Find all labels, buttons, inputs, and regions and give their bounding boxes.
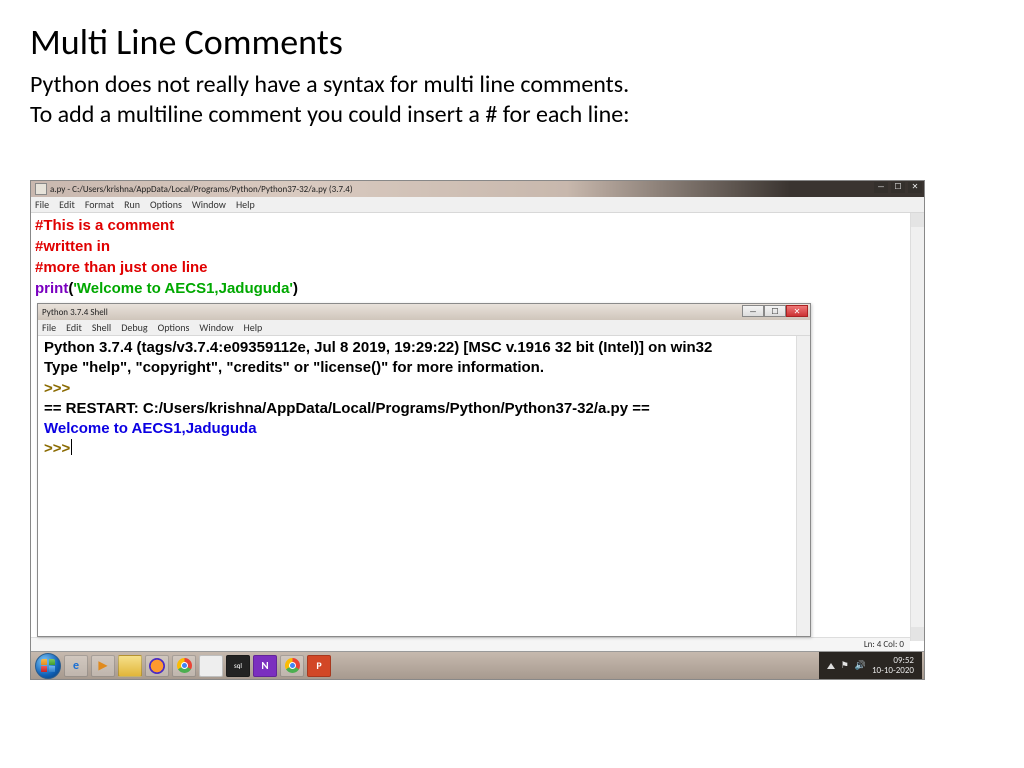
editor-title-text: a.py - C:/Users/krishna/AppData/Local/Pr…: [50, 184, 353, 195]
code-comment-line: #This is a comment: [35, 215, 906, 236]
editor-code-area[interactable]: #This is a comment #written in #more tha…: [31, 213, 910, 303]
taskbar-python-icon[interactable]: [199, 655, 223, 677]
shell-program-output: Welcome to AECS1,Jaduguda: [44, 419, 804, 439]
shell-prompt: >>>: [44, 379, 804, 399]
system-tray[interactable]: ⚑ 🔊 09:52 10-10-2020: [819, 652, 922, 679]
code-print-line: print('Welcome to AECS1,Jaduguda'): [35, 278, 906, 299]
chrome-glyph-icon: [177, 658, 192, 673]
taskbar-explorer-icon[interactable]: [118, 655, 142, 677]
slide-title: Multi Line Comments: [30, 20, 994, 64]
windows-taskbar: e ▶ sql N P ⚑ 🔊 09:52 10-10-2020: [31, 651, 924, 679]
taskbar-onenote-icon[interactable]: N: [253, 655, 277, 677]
minimize-button[interactable]: —: [874, 182, 888, 193]
shell-prompt: >>>: [44, 440, 70, 457]
editor-titlebar[interactable]: a.py - C:/Users/krishna/AppData/Local/Pr…: [31, 181, 924, 197]
menu-options[interactable]: Options: [158, 321, 190, 334]
taskbar-mysql-icon[interactable]: sql: [226, 655, 250, 677]
menu-help[interactable]: Help: [244, 321, 263, 334]
paren-close: ): [293, 280, 298, 297]
shell-menubar: File Edit Shell Debug Options Window Hel…: [38, 320, 810, 336]
menu-run[interactable]: Run: [124, 198, 140, 211]
shell-restart-line: == RESTART: C:/Users/krishna/AppData/Loc…: [44, 399, 804, 419]
taskbar-chromium-icon[interactable]: [280, 655, 304, 677]
menu-debug[interactable]: Debug: [121, 321, 147, 334]
menu-help[interactable]: Help: [236, 198, 255, 211]
menu-file[interactable]: File: [35, 198, 49, 211]
keyword-print: print: [35, 280, 68, 297]
ppt-glyph-icon: P: [316, 659, 321, 672]
start-button[interactable]: [35, 653, 61, 679]
chrome-glyph-icon: [285, 658, 300, 673]
play-glyph-icon: ▶: [98, 658, 107, 673]
menu-file[interactable]: File: [42, 321, 56, 334]
editor-scrollbar[interactable]: [910, 213, 924, 641]
shell-banner-line: Python 3.7.4 (tags/v3.7.4:e09359112e, Ju…: [44, 338, 804, 358]
slide-body-line-2: To add a multiline comment you could ins…: [30, 100, 994, 130]
python-file-icon: [35, 183, 47, 195]
menu-shell[interactable]: Shell: [92, 321, 111, 334]
tray-clock[interactable]: 09:52 10-10-2020: [872, 656, 914, 676]
menu-options[interactable]: Options: [150, 198, 182, 211]
maximize-button[interactable]: ☐: [764, 305, 786, 317]
shell-output-area[interactable]: Python 3.7.4 (tags/v3.7.4:e09359112e, Ju…: [38, 336, 810, 636]
editor-window-controls: — ☐ ✕: [874, 182, 922, 193]
taskbar-ie-icon[interactable]: e: [64, 655, 88, 677]
slide-body-line-1: Python does not really have a syntax for…: [30, 70, 994, 100]
shell-scrollbar[interactable]: [796, 336, 810, 636]
shell-window-controls: — ☐ ✕: [742, 305, 808, 317]
tray-date: 10-10-2020: [872, 666, 914, 676]
code-comment-line: #written in: [35, 236, 906, 257]
firefox-glyph-icon: [149, 658, 165, 674]
menu-window[interactable]: Window: [192, 198, 226, 211]
shell-banner-line: Type "help", "copyright", "credits" or "…: [44, 358, 804, 378]
close-button[interactable]: ✕: [786, 305, 808, 317]
maximize-button[interactable]: ☐: [891, 182, 905, 193]
ie-glyph-icon: e: [73, 659, 79, 673]
tray-volume-icon[interactable]: 🔊: [855, 660, 866, 671]
shell-title-text: Python 3.7.4 Shell: [42, 307, 108, 318]
editor-status-bar: Ln: 4 Col: 0: [31, 637, 910, 651]
taskbar-media-player-icon[interactable]: ▶: [91, 655, 115, 677]
menu-window[interactable]: Window: [199, 321, 233, 334]
code-comment-line: #more than just one line: [35, 257, 906, 278]
tray-expand-icon[interactable]: [827, 663, 835, 669]
shell-prompt-current: >>>: [44, 439, 804, 459]
menu-edit[interactable]: Edit: [59, 198, 75, 211]
minimize-button[interactable]: —: [742, 305, 764, 317]
menu-format[interactable]: Format: [85, 198, 114, 211]
menu-edit[interactable]: Edit: [66, 321, 82, 334]
mysql-glyph-icon: sql: [234, 661, 242, 670]
taskbar-firefox-icon[interactable]: [145, 655, 169, 677]
shell-titlebar[interactable]: Python 3.7.4 Shell — ☐ ✕: [38, 304, 810, 320]
taskbar-chrome-icon[interactable]: [172, 655, 196, 677]
taskbar-powerpoint-icon[interactable]: P: [307, 655, 331, 677]
text-cursor-icon: [71, 439, 72, 455]
embedded-screenshot: a.py - C:/Users/krishna/AppData/Local/Pr…: [30, 180, 925, 680]
onenote-glyph-icon: N: [261, 659, 268, 672]
shell-window: Python 3.7.4 Shell — ☐ ✕ File Edit Shell…: [37, 303, 811, 637]
editor-menubar: File Edit Format Run Options Window Help: [31, 197, 924, 213]
tray-flag-icon[interactable]: ⚑: [841, 660, 849, 671]
string-literal: 'Welcome to AECS1,Jaduguda': [73, 280, 293, 297]
close-button[interactable]: ✕: [908, 182, 922, 193]
